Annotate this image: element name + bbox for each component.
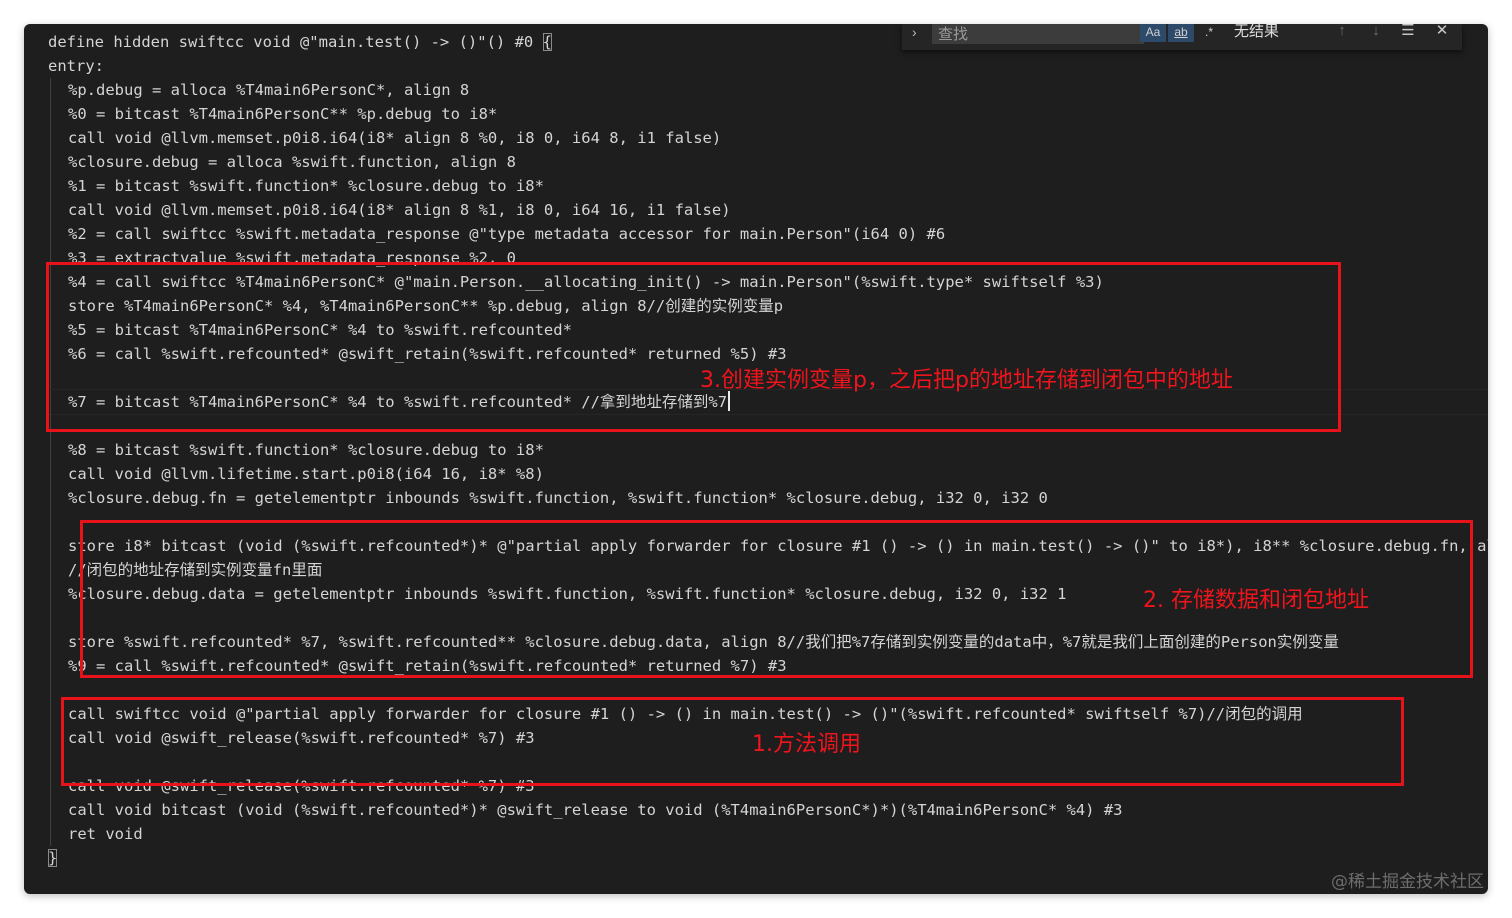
code-line-20: %closure.debug.fn = getelementptr inboun… <box>48 486 1488 510</box>
code-line-8: call void @llvm.memset.p0i8.i64(i8* alig… <box>48 198 1488 222</box>
find-widget: › Aa ab .* 无结果 ↑ ↓ ☰ ✕ <box>902 24 1462 50</box>
find-in-selection-icon[interactable]: ☰ <box>1398 24 1418 44</box>
arrow-down-icon[interactable]: ↓ <box>1366 24 1386 44</box>
matching-brace-close: } <box>48 849 58 867</box>
annotation-box-step3 <box>46 262 1341 432</box>
close-icon[interactable]: ✕ <box>1432 24 1452 44</box>
chevron-right-icon[interactable]: › <box>912 24 926 44</box>
watermark: @稀土掘金技术社区 <box>1331 872 1484 892</box>
annotation-label-step2: 2. 存储数据和闭包地址 <box>1143 588 1369 613</box>
annotation-box-step1 <box>61 697 1404 786</box>
annotation-label-step3: 3.创建实例变量p，之后把p的地址存储到闭包中的地址 <box>700 368 1233 393</box>
code-line-2: entry: <box>48 57 104 75</box>
arrow-up-icon[interactable]: ↑ <box>1332 24 1352 44</box>
regex-toggle[interactable]: .* <box>1198 24 1220 42</box>
matching-brace-open: { <box>542 33 552 51</box>
search-input[interactable] <box>932 24 1144 44</box>
code-line-33: call void bitcast (void (%swift.refcount… <box>48 798 1488 822</box>
annotation-label-step1: 1.方法调用 <box>752 732 861 757</box>
code-line-3: %p.debug = alloca %T4main6PersonC*, alig… <box>48 78 1488 102</box>
code-line-35: } <box>48 846 1488 870</box>
code-line-9: %2 = call swiftcc %swift.metadata_respon… <box>48 222 1488 246</box>
code-line-6: %closure.debug = alloca %swift.function,… <box>48 150 1488 174</box>
code-line-4: %0 = bitcast %T4main6PersonC** %p.debug … <box>48 102 1488 126</box>
match-case-toggle[interactable]: Aa <box>1140 24 1166 42</box>
code-line-19: call void @llvm.lifetime.start.p0i8(i64 … <box>48 462 1488 486</box>
search-results-count: 无结果 <box>1234 24 1280 40</box>
whole-word-toggle[interactable]: ab <box>1168 24 1194 42</box>
code-line-5: call void @llvm.memset.p0i8.i64(i8* alig… <box>48 126 1488 150</box>
code-line-18: %8 = bitcast %swift.function* %closure.d… <box>48 438 1488 462</box>
code-line-7: %1 = bitcast %swift.function* %closure.d… <box>48 174 1488 198</box>
code-line-34: ret void <box>48 822 1488 846</box>
